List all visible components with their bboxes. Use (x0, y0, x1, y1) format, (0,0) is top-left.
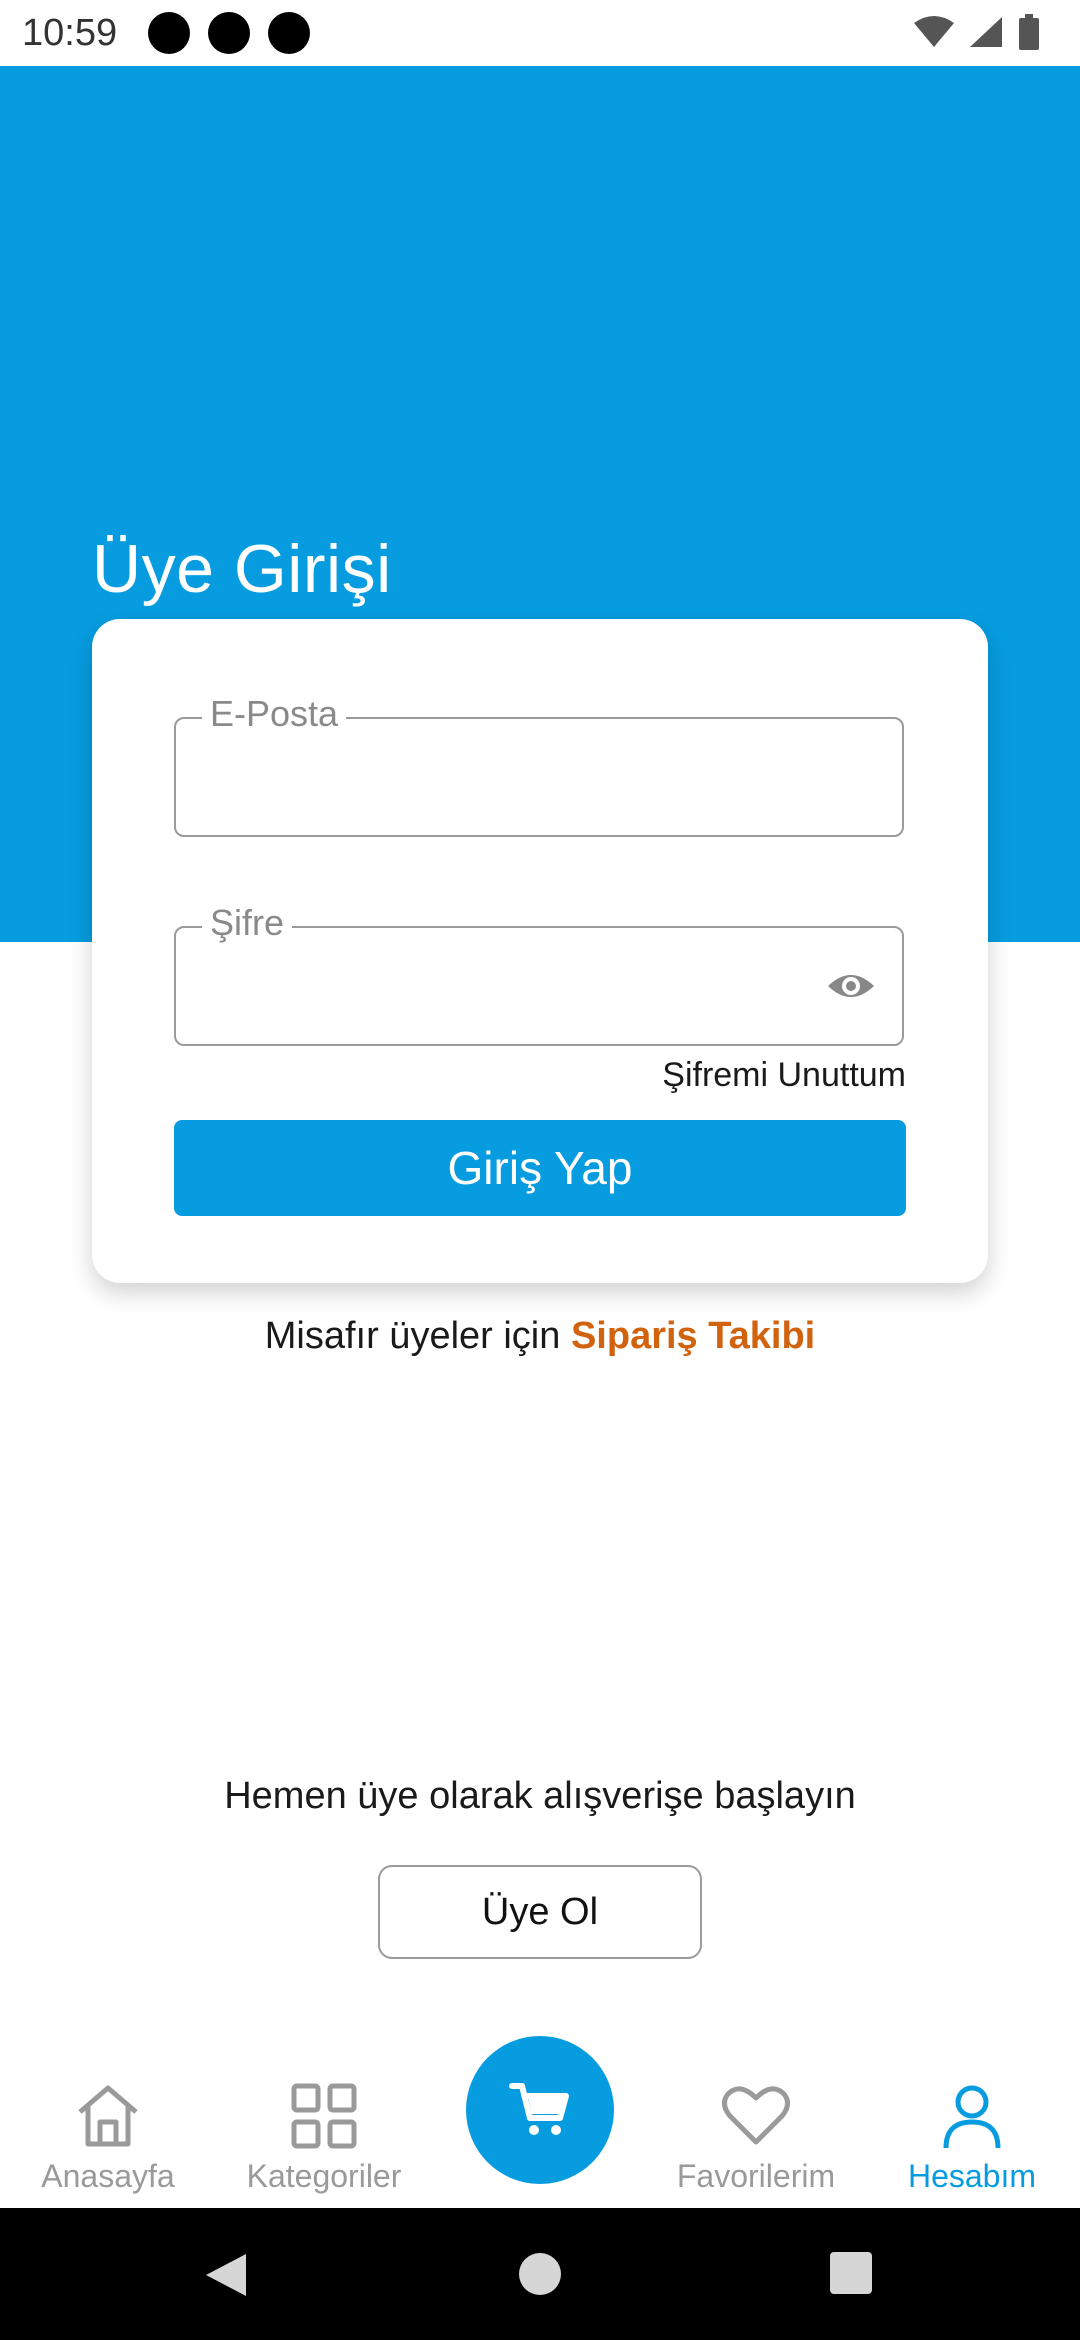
nav-item-home[interactable]: Anasayfa (8, 2080, 208, 2195)
nav-label-favorites: Favorilerim (676, 2158, 836, 2194)
notification-dot-icon (268, 12, 310, 54)
nav-item-favorites[interactable]: Favorilerim (656, 2080, 856, 2195)
home-circle-icon[interactable] (518, 2252, 562, 2296)
guest-order-tracking: Misafır üyeler için Sipariş Takibi (0, 1315, 1080, 1358)
login-card: E-Posta Şifre Şifremi Unuttum Giriş Yap (92, 619, 988, 1283)
nav-item-categories[interactable]: Kategoriler (224, 2080, 424, 2195)
password-input[interactable] (206, 958, 770, 1020)
notification-dot-icon (208, 12, 250, 54)
nav-label-home: Anasayfa (41, 2158, 175, 2194)
email-label: E-Posta (202, 693, 347, 735)
nav-label-categories: Kategoriler (246, 2158, 402, 2194)
nav-item-account[interactable]: Hesabım (872, 2080, 1072, 2195)
signup-button[interactable]: Üye Ol (378, 1865, 702, 1959)
show-password-eye-icon[interactable] (826, 966, 876, 1006)
cart-icon (509, 2083, 569, 2135)
page-title: Üye Girişi (92, 531, 392, 607)
battery-icon (1019, 14, 1039, 50)
home-icon (78, 2085, 138, 2147)
email-field[interactable]: E-Posta (174, 693, 904, 837)
heart-icon (722, 2086, 790, 2145)
user-icon (943, 2085, 1001, 2149)
signup-prompt: Hemen üye olarak alışverişe başlayın (224, 1775, 856, 1817)
back-icon[interactable] (204, 2252, 248, 2298)
signal-icon (970, 17, 1002, 47)
login-button[interactable]: Giriş Yap (174, 1120, 906, 1216)
recents-square-icon[interactable] (830, 2252, 872, 2294)
password-field[interactable]: Şifre (174, 902, 904, 1046)
notification-dot-icon (148, 12, 190, 54)
order-tracking-link[interactable]: Sipariş Takibi (571, 1315, 815, 1357)
guest-text: Misafır üyeler için (264, 1315, 571, 1357)
status-icons (914, 14, 1040, 50)
status-bar: 10:59 (0, 0, 1080, 66)
grid-icon (291, 2083, 357, 2149)
wifi-icon (914, 16, 954, 47)
nav-label-account: Hesabım (907, 2158, 1037, 2194)
forgot-password-link[interactable]: Şifremi Unuttum (662, 1056, 906, 1095)
status-time: 10:59 (22, 12, 118, 54)
password-label: Şifre (202, 902, 293, 944)
system-nav-bar (0, 2208, 1080, 2340)
email-input[interactable] (206, 749, 810, 811)
cart-button[interactable] (466, 2036, 614, 2184)
